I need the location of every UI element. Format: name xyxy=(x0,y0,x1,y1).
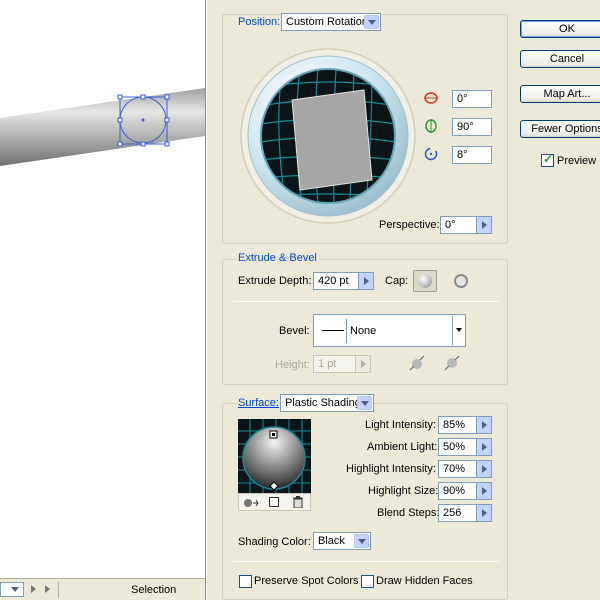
y-axis-rotation-icon xyxy=(424,119,438,133)
perspective-stepper[interactable] xyxy=(477,216,492,234)
ambient-light-label: Ambient Light: xyxy=(367,441,438,453)
artwork-svg xyxy=(0,88,205,166)
shading-color-value: Black xyxy=(318,535,345,547)
blend-steps-label: Blend Steps: xyxy=(377,507,440,519)
light-intensity-field[interactable]: 85% xyxy=(438,416,477,434)
shading-color-dropdown[interactable]: Black xyxy=(313,532,371,550)
chevron-down-icon xyxy=(452,316,465,345)
surface-type-value: Plastic Shading xyxy=(285,397,361,409)
height-label: Height: xyxy=(275,359,310,371)
zoom-dropdown[interactable] xyxy=(0,582,24,597)
draw-hidden-faces-label: Draw Hidden Faces xyxy=(376,575,473,587)
z-axis-rotation-icon xyxy=(424,147,438,161)
bevel-extent-in-icon[interactable] xyxy=(443,354,463,372)
chevron-down-icon xyxy=(354,534,369,548)
x-axis-rotation-icon xyxy=(424,91,438,105)
height-field[interactable]: 1 pt xyxy=(313,355,356,373)
cancel-button[interactable]: Cancel xyxy=(520,50,600,68)
highlight-intensity-stepper[interactable] xyxy=(477,460,492,478)
z-rotation-field[interactable]: 8° xyxy=(452,146,492,164)
extrude-depth-field[interactable]: 420 pt xyxy=(313,272,359,290)
fewer-options-button[interactable]: Fewer Options xyxy=(520,120,600,138)
artboard-canvas[interactable] xyxy=(0,0,205,600)
trash-icon[interactable] xyxy=(293,496,303,509)
extruded-cylinder[interactable] xyxy=(0,88,205,166)
3d-extrude-bevel-dialog: Position: Custom Rotation 0° 90° 8° Pers… xyxy=(207,0,600,600)
new-light-icon[interactable] xyxy=(269,497,279,507)
highlight-intensity-label: Highlight Intensity: xyxy=(346,463,436,475)
rotation-trackcube[interactable] xyxy=(240,48,416,224)
highlight-size-field[interactable]: 90% xyxy=(438,482,477,500)
y-rotation-field[interactable]: 90° xyxy=(452,118,492,136)
ok-button[interactable]: OK xyxy=(520,20,600,38)
bevel-dropdown[interactable]: None xyxy=(313,314,466,347)
height-stepper[interactable] xyxy=(356,355,371,373)
shading-color-label: Shading Color: xyxy=(238,536,311,548)
cap-on-icon xyxy=(418,274,432,288)
cap-on-button[interactable] xyxy=(413,270,437,292)
cap-off-button[interactable] xyxy=(452,272,470,290)
highlight-intensity-field[interactable]: 70% xyxy=(438,460,477,478)
x-rotation-field[interactable]: 0° xyxy=(452,90,492,108)
bevel-extent-out-icon[interactable] xyxy=(407,354,427,372)
surface-separator xyxy=(233,561,498,562)
preserve-spot-colors-checkbox[interactable] xyxy=(239,575,252,588)
preview-label: Preview xyxy=(557,155,597,167)
bevel-preview-line xyxy=(319,319,347,343)
extrude-depth-stepper[interactable] xyxy=(359,272,374,290)
lighting-sphere-preview[interactable] xyxy=(238,419,311,493)
bevel-value: None xyxy=(350,325,377,337)
position-preset-value: Custom Rotation xyxy=(286,16,368,28)
map-art-button[interactable]: Map Art... xyxy=(520,85,600,103)
position-preset-dropdown[interactable]: Custom Rotation xyxy=(281,13,381,31)
surface-type-dropdown[interactable]: Plastic Shading xyxy=(280,394,374,412)
cap-label: Cap: xyxy=(385,275,409,287)
extrude-bevel-title: Extrude & Bevel xyxy=(236,252,319,264)
status-field: Selection xyxy=(58,582,204,598)
blend-steps-field[interactable]: 256 xyxy=(438,504,477,522)
ambient-light-field[interactable]: 50% xyxy=(438,438,477,456)
highlight-size-label: Highlight Size: xyxy=(368,485,439,497)
position-title: Position: xyxy=(236,16,283,28)
chevron-down-icon xyxy=(357,396,372,410)
draw-hidden-faces-checkbox[interactable] xyxy=(361,575,374,588)
perspective-field[interactable]: 0° xyxy=(440,216,477,234)
preview-checkbox[interactable] xyxy=(541,152,554,167)
ambient-light-stepper[interactable] xyxy=(477,438,492,456)
light-intensity-label: Light Intensity: xyxy=(365,419,436,431)
cap-off-icon xyxy=(454,274,468,288)
bevel-label: Bevel: xyxy=(279,325,310,337)
light-toolbar xyxy=(238,493,311,511)
status-bar: Selection xyxy=(0,578,205,600)
play-icon[interactable] xyxy=(31,585,36,593)
chevron-down-icon xyxy=(364,15,379,29)
preserve-spot-colors-label: Preserve Spot Colors xyxy=(254,575,359,587)
chevron-down-icon xyxy=(11,587,19,592)
blend-steps-stepper[interactable] xyxy=(477,504,492,522)
perspective-label: Perspective: xyxy=(379,219,440,231)
surface-title: Surface: xyxy=(236,397,281,409)
extrude-separator xyxy=(233,301,498,302)
highlight-size-stepper[interactable] xyxy=(477,482,492,500)
status-mode: Selection xyxy=(131,584,177,596)
play-end-icon[interactable] xyxy=(45,585,50,593)
move-light-back-icon[interactable] xyxy=(243,497,259,508)
extrude-depth-label: Extrude Depth: xyxy=(238,275,312,287)
light-intensity-stepper[interactable] xyxy=(477,416,492,434)
